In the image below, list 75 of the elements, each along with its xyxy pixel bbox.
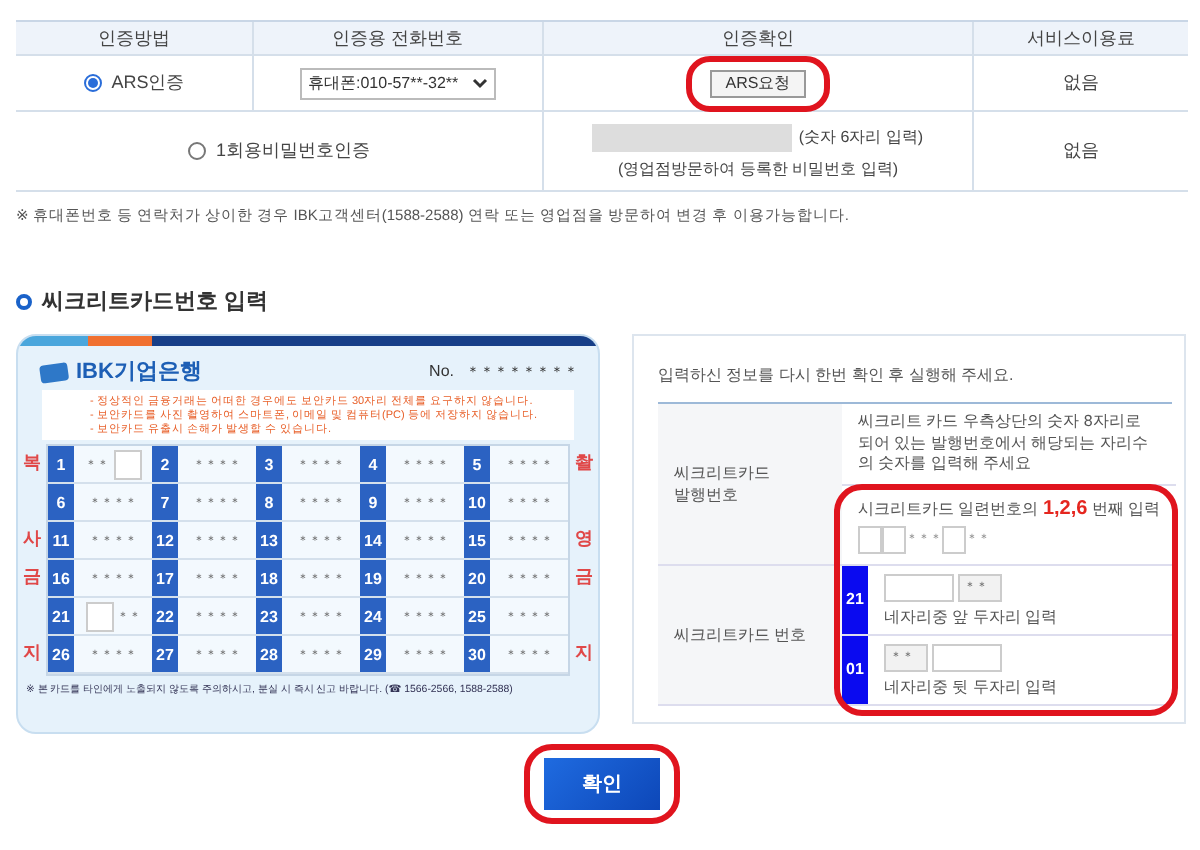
row-label: 씨크리트카드 발행번호 bbox=[658, 404, 842, 563]
bank-name: IBK기업은행 bbox=[76, 358, 202, 386]
column-header: 인증확인 bbox=[542, 22, 972, 56]
side-character: 영 bbox=[574, 526, 594, 552]
cell-number: 7 bbox=[152, 484, 178, 520]
radio-button[interactable] bbox=[83, 74, 102, 92]
cell-number: 9 bbox=[360, 484, 386, 520]
side-character: 복 bbox=[22, 450, 42, 476]
cell-number: 25 bbox=[464, 598, 490, 634]
phone-select[interactable]: 휴대폰:010-57**-32** bbox=[300, 67, 496, 99]
cell-number: 6 bbox=[48, 484, 74, 520]
cell-number: 28 bbox=[256, 636, 282, 672]
intro-text: 입력하신 정보를 다시 한번 확인 후 실행해 주세요. bbox=[658, 366, 1014, 384]
confirm-button[interactable]: 확인 bbox=[544, 758, 660, 810]
cell-number: 16 bbox=[48, 560, 74, 596]
cell-number: 22 bbox=[152, 598, 178, 634]
digit-input-field[interactable] bbox=[884, 573, 954, 601]
hint-text: 네자리중 뒷 두자리 입력 bbox=[884, 675, 1060, 697]
column-header: 서비스이용료 bbox=[972, 22, 1188, 56]
card-logo-icon bbox=[38, 359, 70, 383]
radio-button[interactable] bbox=[187, 142, 206, 160]
digit-input-field[interactable] bbox=[882, 525, 906, 553]
side-character: 사 bbox=[22, 526, 42, 552]
cell-number: 14 bbox=[360, 522, 386, 558]
cell-number: 10 bbox=[464, 484, 490, 520]
cell-number: 8 bbox=[256, 484, 282, 520]
cell-number: 26 bbox=[48, 636, 74, 672]
cell-number: 19 bbox=[360, 560, 386, 596]
position-number: 01 bbox=[842, 635, 868, 703]
column-header: 인증방법 bbox=[16, 22, 252, 56]
cell-number: 2 bbox=[152, 446, 178, 482]
digit-input-field[interactable] bbox=[858, 525, 882, 553]
cell-number: 23 bbox=[256, 598, 282, 634]
column-header: 인증용 전화번호 bbox=[252, 22, 542, 56]
digit-input-field[interactable] bbox=[932, 643, 1002, 671]
cell-number: 15 bbox=[464, 522, 490, 558]
cell-number: 13 bbox=[256, 522, 282, 558]
section-title: 씨크리트카드번호 입력 bbox=[42, 288, 269, 316]
hint-text: 네자리중 앞 두자리 입력 bbox=[884, 605, 1060, 627]
serial-label: No. bbox=[429, 361, 454, 381]
hint-text: (영업점방문하여 등록한 비밀번호 입력) bbox=[618, 157, 898, 179]
cell-number: 24 bbox=[360, 598, 386, 634]
side-character: 촬 bbox=[574, 450, 594, 476]
side-character: 금 bbox=[574, 564, 594, 590]
fee-value: 없음 bbox=[1063, 138, 1099, 164]
cell-number: 12 bbox=[152, 522, 178, 558]
blank-slot bbox=[113, 449, 141, 479]
cell-number: 1 bbox=[48, 446, 74, 482]
digit-input-field[interactable] bbox=[942, 525, 966, 553]
cell-number: 5 bbox=[464, 446, 490, 482]
side-character: 지 bbox=[22, 640, 42, 666]
fee-value: 없음 bbox=[1063, 70, 1099, 96]
cell-number: 29 bbox=[360, 636, 386, 672]
prompt-text: 시크리트카드 일련번호의 1,2,6 번째 입력 bbox=[858, 497, 1161, 519]
cell-number: 20 bbox=[464, 560, 490, 596]
position-number: 21 bbox=[842, 565, 868, 633]
description-text: 씨크리트 카드 우측상단의 숫자 8자리로 되어 있는 발행번호에서 해당되는 자리수의 숫자를 입력해 주세요 bbox=[842, 404, 1177, 485]
cell-number: 3 bbox=[256, 446, 282, 482]
bullet-icon bbox=[16, 293, 32, 309]
cell-number: 21 bbox=[48, 598, 74, 634]
ars-request-button[interactable]: ARS요청 bbox=[709, 69, 807, 97]
blank-slot bbox=[85, 601, 113, 631]
side-character: 지 bbox=[574, 640, 594, 666]
cell-number: 18 bbox=[256, 560, 282, 596]
method-label: 1회용비밀번호인증 bbox=[215, 138, 370, 164]
row-label: 씨크리트카드 번호 bbox=[658, 565, 842, 703]
hint-text: (숫자 6자리 입력) bbox=[798, 126, 924, 148]
cell-number: 4 bbox=[360, 446, 386, 482]
cell-number: 17 bbox=[152, 560, 178, 596]
cell-number: 27 bbox=[152, 636, 178, 672]
cell-number: 30 bbox=[464, 636, 490, 672]
chevron-down-icon bbox=[472, 77, 488, 89]
method-label: ARS인증 bbox=[111, 70, 185, 96]
side-character: 금 bbox=[22, 564, 42, 590]
cell-number: 11 bbox=[48, 522, 74, 558]
